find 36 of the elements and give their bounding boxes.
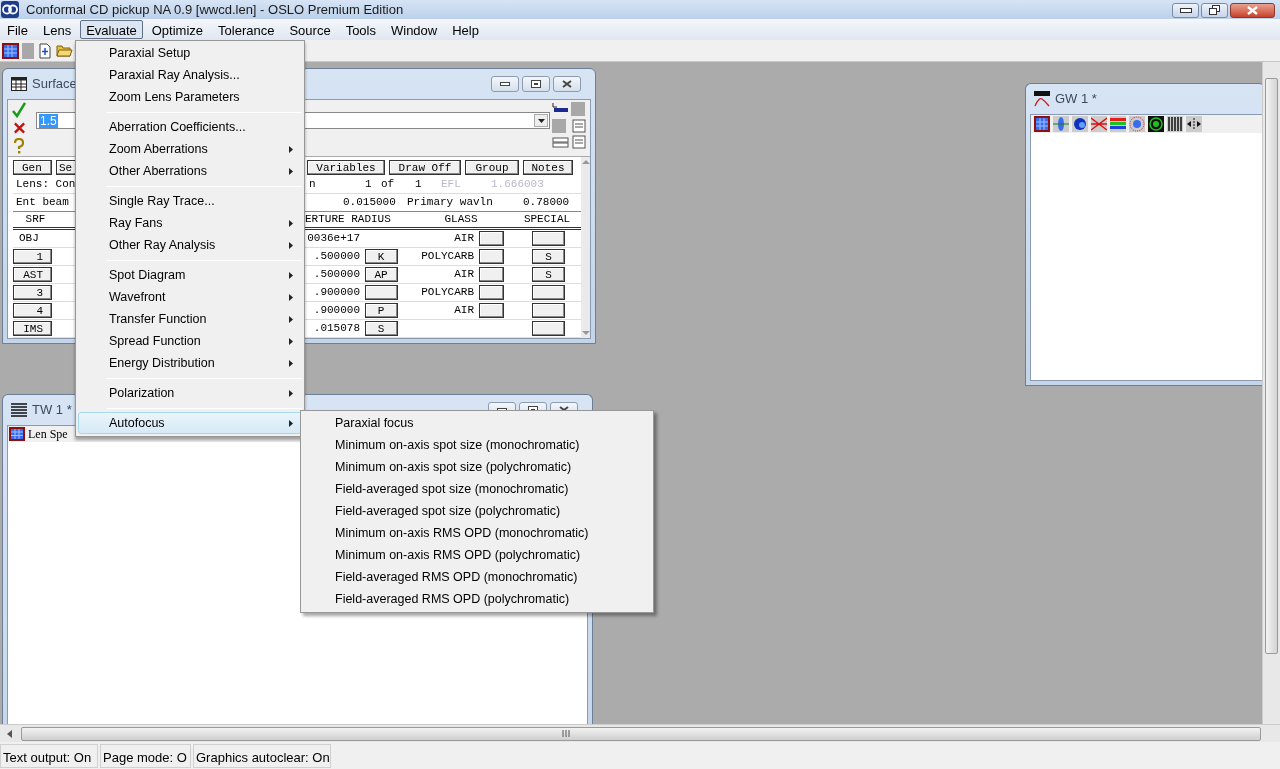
field-value: 1.5 (39, 113, 58, 128)
table-cell-text: 0036e+17 (306, 231, 360, 247)
table-cell-text: 0.78000 (523, 195, 570, 211)
toolbar-label: Len Spe (28, 426, 68, 443)
lens-label: Lens: Con (16, 178, 76, 191)
window-title: GW 1 * (1055, 90, 1097, 109)
column-header: ERTURE RADIUS (305, 212, 392, 228)
window-title: Conformal CD pickup NA 0.9 [wwcd.len] - OSLO Premium Edition (26, 0, 404, 19)
column-header: GLASS (443, 212, 479, 228)
table-cell-text: AIR (453, 231, 474, 247)
table-cell-text: POLYCARB (420, 285, 474, 301)
table-cell-text: of (381, 177, 396, 193)
window-title: Surface (32, 75, 77, 94)
efl-value: 1.666003 (491, 177, 544, 193)
table-cell-text: .500000 (312, 249, 360, 265)
table-cell-text: AIR (453, 267, 474, 283)
table-cell-text: .500000 (312, 267, 360, 283)
table-cell-text: AIR (453, 303, 474, 319)
table-cell-text: OBJ (18, 231, 40, 247)
table-cell-text: n (309, 177, 317, 193)
beam-label: Ent beam (16, 196, 69, 209)
status-field: Page mode: O (100, 744, 191, 768)
table-cell-text: 0.015000 (343, 195, 397, 211)
table-cell-text: 1 (415, 177, 423, 193)
table-cell-text: .900000 (312, 303, 360, 319)
table-cell-text: 1 (365, 177, 373, 193)
table-cell-text: POLYCARB (420, 249, 474, 265)
table-cell-text: Primary wavln (406, 195, 494, 211)
table-cell-text: .015078 (312, 321, 360, 337)
status-field: Text output: On (0, 744, 98, 768)
column-header: SRF (24, 212, 47, 228)
status-field: Graphics autoclear: On (193, 744, 331, 768)
table-cell-text: .900000 (312, 285, 360, 301)
column-header: SPECIAL (522, 212, 572, 228)
window-title: TW 1 * (32, 401, 72, 420)
efl-label: EFL (441, 177, 462, 193)
